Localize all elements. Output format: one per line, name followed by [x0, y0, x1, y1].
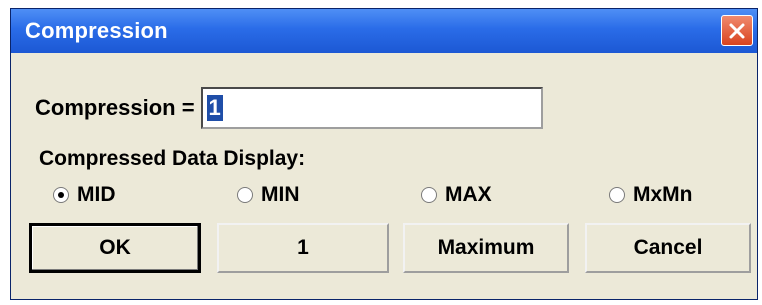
compression-dialog: Compression Compression = 1 Compressed D… — [10, 8, 758, 300]
radio-mid-indicator — [53, 187, 69, 203]
close-button[interactable] — [721, 15, 753, 46]
radio-min-indicator — [237, 187, 253, 203]
radio-max-label: MAX — [445, 183, 492, 206]
radio-mid-label: MID — [77, 183, 116, 206]
radio-mxmn-label: MxMn — [633, 183, 693, 206]
compression-row: Compression = 1 — [35, 87, 543, 129]
radio-max-indicator — [421, 187, 437, 203]
close-icon — [729, 23, 745, 38]
title-bar[interactable]: Compression — [11, 9, 757, 53]
radio-min[interactable]: MIN — [237, 183, 300, 207]
radio-mxmn-indicator — [609, 187, 625, 203]
compression-input[interactable]: 1 — [200, 87, 543, 129]
radio-mxmn[interactable]: MxMn — [609, 183, 693, 207]
compression-value: 1 — [206, 95, 223, 121]
one-button[interactable]: 1 — [217, 223, 389, 273]
display-group-label: Compressed Data Display: — [39, 147, 306, 170]
radio-max[interactable]: MAX — [421, 183, 492, 207]
ok-button[interactable]: OK — [29, 223, 201, 273]
window-title: Compression — [25, 18, 168, 43]
compression-label: Compression = — [35, 95, 195, 120]
radio-min-label: MIN — [261, 183, 300, 206]
cancel-button[interactable]: Cancel — [585, 223, 751, 273]
radio-mid[interactable]: MID — [53, 183, 116, 207]
maximum-button[interactable]: Maximum — [403, 223, 569, 273]
